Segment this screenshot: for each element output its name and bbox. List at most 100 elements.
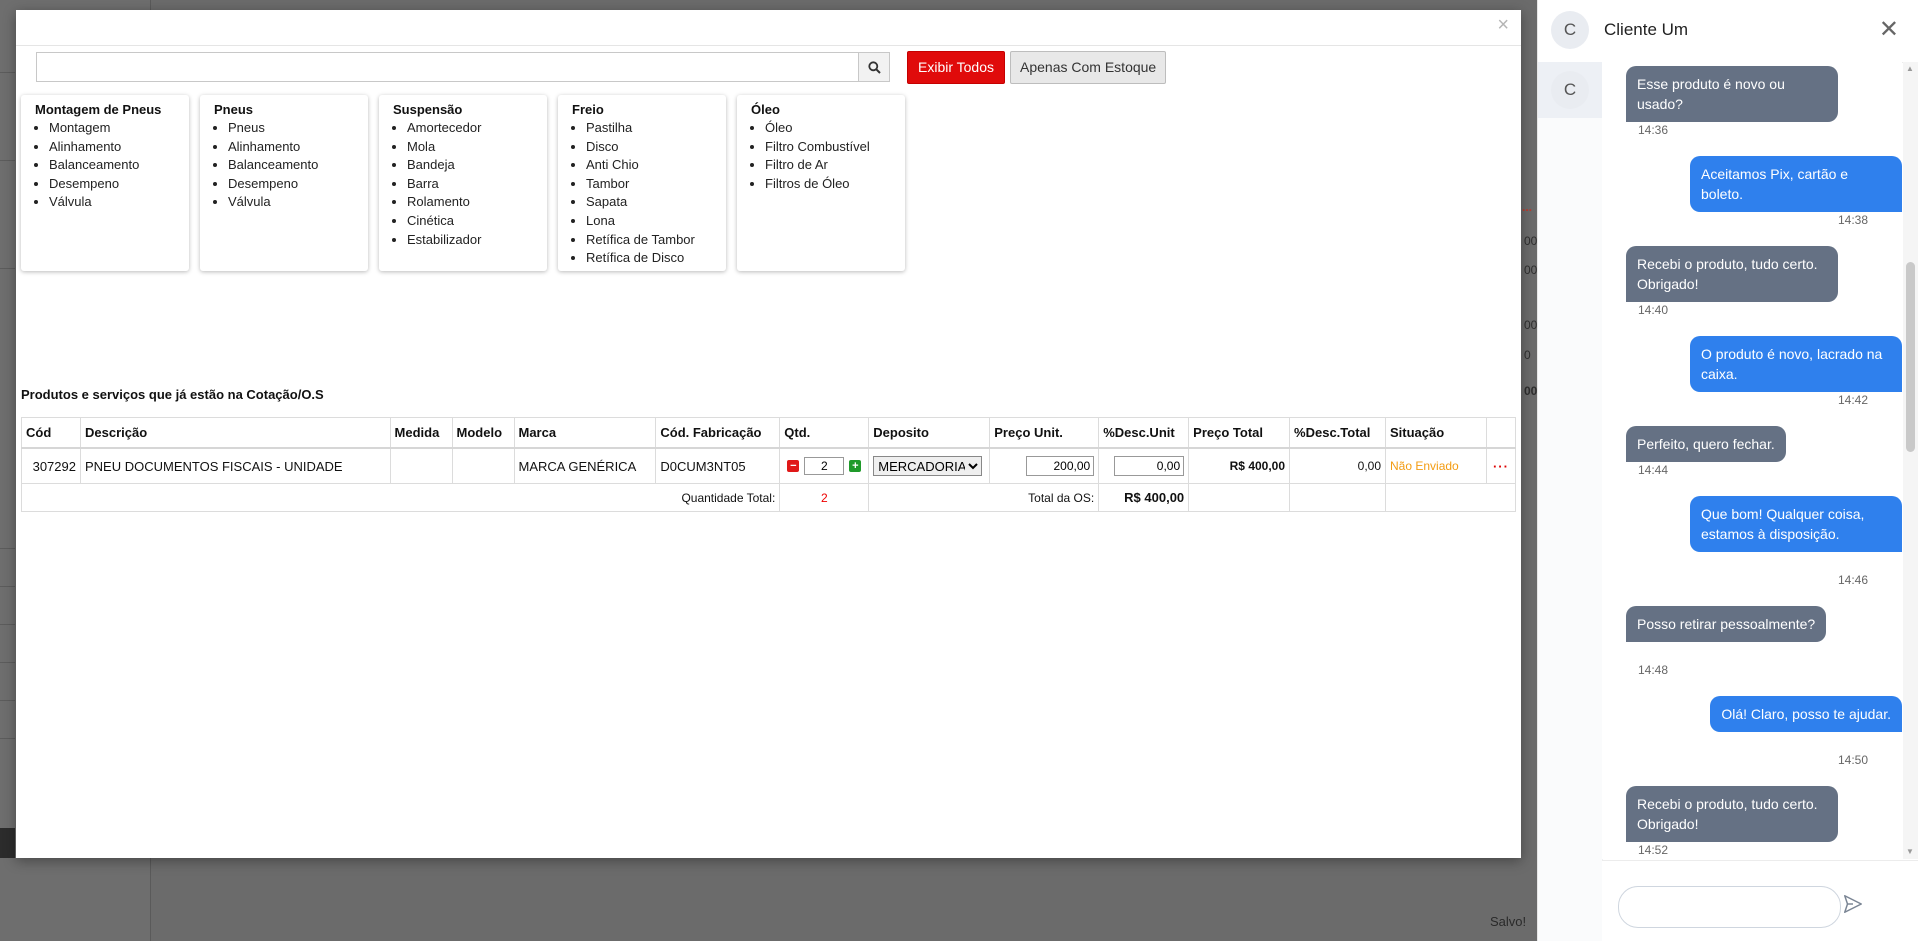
- category-item[interactable]: Alinhamento: [228, 138, 358, 157]
- scroll-thumb[interactable]: [1906, 262, 1915, 452]
- message-bubble-in: Recebi o produto, tudo certo. Obrigado!: [1626, 246, 1838, 302]
- category-item[interactable]: Anti Chio: [586, 156, 716, 175]
- category-item[interactable]: Tambor: [586, 175, 716, 194]
- cell-qtd: − +: [779, 447, 870, 484]
- category-list: Pneus Alinhamento Balanceamento Desempen…: [214, 119, 358, 212]
- message-bubble-out: Olá! Claro, posso te ajudar.: [1710, 696, 1902, 732]
- category-item[interactable]: Rolamento: [407, 193, 537, 212]
- category-list: Óleo Filtro Combustível Filtro de Ar Fil…: [751, 119, 895, 193]
- cell-actions: ···: [1485, 447, 1517, 484]
- category-title[interactable]: Pneus: [214, 102, 358, 117]
- only-stock-button[interactable]: Apenas Com Estoque: [1010, 50, 1167, 84]
- send-button[interactable]: [1842, 893, 1864, 920]
- unit-discount-input[interactable]: [1114, 456, 1185, 476]
- table-row: 307292 PNEU DOCUMENTOS FISCAIS - UNIDADE…: [21, 447, 1517, 484]
- category-item[interactable]: Válvula: [49, 193, 179, 212]
- message-bubble-out: O produto é novo, lacrado na caixa.: [1690, 336, 1902, 392]
- modal-close-button[interactable]: ×: [1497, 15, 1509, 35]
- category-item[interactable]: Pneus: [228, 119, 358, 138]
- col-header: Preço Unit.: [989, 417, 1100, 449]
- quantity-input[interactable]: [804, 457, 845, 475]
- category-title[interactable]: Suspensão: [393, 102, 537, 117]
- unit-price-input[interactable]: [1026, 456, 1095, 476]
- background-fragment: 00: [1524, 384, 1537, 398]
- category-item[interactable]: Disco: [586, 138, 716, 157]
- message-bubble-out: Que bom! Qualquer coisa, estamos à dispo…: [1690, 496, 1902, 552]
- background-divider: [0, 72, 15, 73]
- section-title: Produtos e serviços que já estão na Cota…: [21, 387, 324, 402]
- search-input[interactable]: [36, 52, 858, 82]
- total-qty-value: 2: [779, 483, 870, 512]
- background-fragment: 00: [1524, 234, 1537, 248]
- category-item[interactable]: Desempeno: [49, 175, 179, 194]
- deposit-select[interactable]: MERCADORIA: [873, 456, 983, 476]
- category-item[interactable]: Retífica de Disco: [586, 249, 716, 268]
- category-item[interactable]: Cinética: [407, 212, 537, 231]
- more-options-icon[interactable]: ···: [1493, 459, 1509, 474]
- col-header: Preço Total: [1188, 417, 1291, 449]
- category-item[interactable]: Estabilizador: [407, 231, 537, 250]
- category-item[interactable]: Mola: [407, 138, 537, 157]
- message-scrollbar[interactable]: ▲ ▼: [1903, 62, 1918, 859]
- col-header: Qtd.: [779, 417, 870, 449]
- cell-modelo: [451, 447, 515, 484]
- show-all-button[interactable]: Exibir Todos: [907, 50, 1006, 84]
- status-badge: Não Enviado: [1385, 447, 1487, 484]
- category-item[interactable]: Filtro Combustível: [765, 138, 895, 157]
- category-card: Montagem de Pneus Montagem Alinhamento B…: [21, 95, 189, 271]
- cell-deposito: MERCADORIA: [868, 447, 991, 484]
- table-total-row: Quantidade Total: 2 Total da OS: R$ 400,…: [20, 483, 1516, 512]
- category-title[interactable]: Freio: [572, 102, 716, 117]
- conversation-item[interactable]: C: [1538, 62, 1602, 118]
- category-item[interactable]: Desempeno: [228, 175, 358, 194]
- quantity-stepper: − +: [784, 457, 864, 475]
- category-item[interactable]: Filtros de Óleo: [765, 175, 895, 194]
- category-card: Freio Pastilha Disco Anti Chio Tambor Sa…: [558, 95, 726, 271]
- minus-icon[interactable]: −: [787, 460, 800, 472]
- category-item[interactable]: Alinhamento: [49, 138, 179, 157]
- category-item[interactable]: Montagem: [49, 119, 179, 138]
- conversation-list: C: [1538, 62, 1603, 941]
- category-list: Montagem Alinhamento Balanceamento Desem…: [35, 119, 179, 212]
- category-item[interactable]: Sapata: [586, 193, 716, 212]
- message-bubble-out: Aceitamos Pix, cartão e boleto.: [1690, 156, 1902, 212]
- col-header: Deposito: [868, 417, 991, 449]
- scroll-up-icon[interactable]: ▲: [1906, 64, 1914, 73]
- category-item[interactable]: Lona: [586, 212, 716, 231]
- background-divider: [0, 624, 15, 625]
- message-input[interactable]: [1618, 886, 1841, 928]
- category-item[interactable]: Balanceamento: [49, 156, 179, 175]
- message-time: 14:46: [1838, 573, 1869, 587]
- chat-composer: [1602, 860, 1918, 942]
- message-time: 14:48: [1638, 663, 1669, 677]
- category-item[interactable]: Pastilha: [586, 119, 716, 138]
- cell-desc-total: 0,00: [1289, 447, 1386, 484]
- category-item[interactable]: Filtro de Ar: [765, 156, 895, 175]
- total-os-label: Total da OS:: [868, 483, 1100, 512]
- background-divider: [0, 548, 15, 549]
- category-item[interactable]: Retífica de Tambor: [586, 231, 716, 250]
- category-title[interactable]: Montagem de Pneus: [35, 102, 179, 117]
- cell-descricao: PNEU DOCUMENTOS FISCAIS - UNIDADE: [79, 447, 391, 484]
- message-time: 14:38: [1838, 213, 1869, 227]
- category-item[interactable]: Óleo: [765, 119, 895, 138]
- category-item[interactable]: Barra: [407, 175, 537, 194]
- plus-icon[interactable]: +: [849, 460, 862, 472]
- category-title[interactable]: Óleo: [751, 102, 895, 117]
- avatar: C: [1551, 11, 1589, 49]
- category-cards: Montagem de Pneus Montagem Alinhamento B…: [21, 95, 905, 271]
- col-header: Cód. Fabricação: [655, 417, 781, 449]
- search-button[interactable]: [858, 52, 890, 82]
- category-item[interactable]: Válvula: [228, 193, 358, 212]
- chat-close-button[interactable]: ✕: [1879, 18, 1899, 42]
- category-item[interactable]: Balanceamento: [228, 156, 358, 175]
- col-header: Situação: [1385, 417, 1487, 449]
- category-item[interactable]: Amortecedor: [407, 119, 537, 138]
- col-header: Medida: [389, 417, 453, 449]
- background-divider: [0, 268, 15, 269]
- cell-medida: [389, 447, 453, 484]
- background-divider: [0, 700, 15, 701]
- scroll-down-icon[interactable]: ▼: [1906, 847, 1914, 856]
- background-divider: [0, 160, 15, 161]
- category-item[interactable]: Bandeja: [407, 156, 537, 175]
